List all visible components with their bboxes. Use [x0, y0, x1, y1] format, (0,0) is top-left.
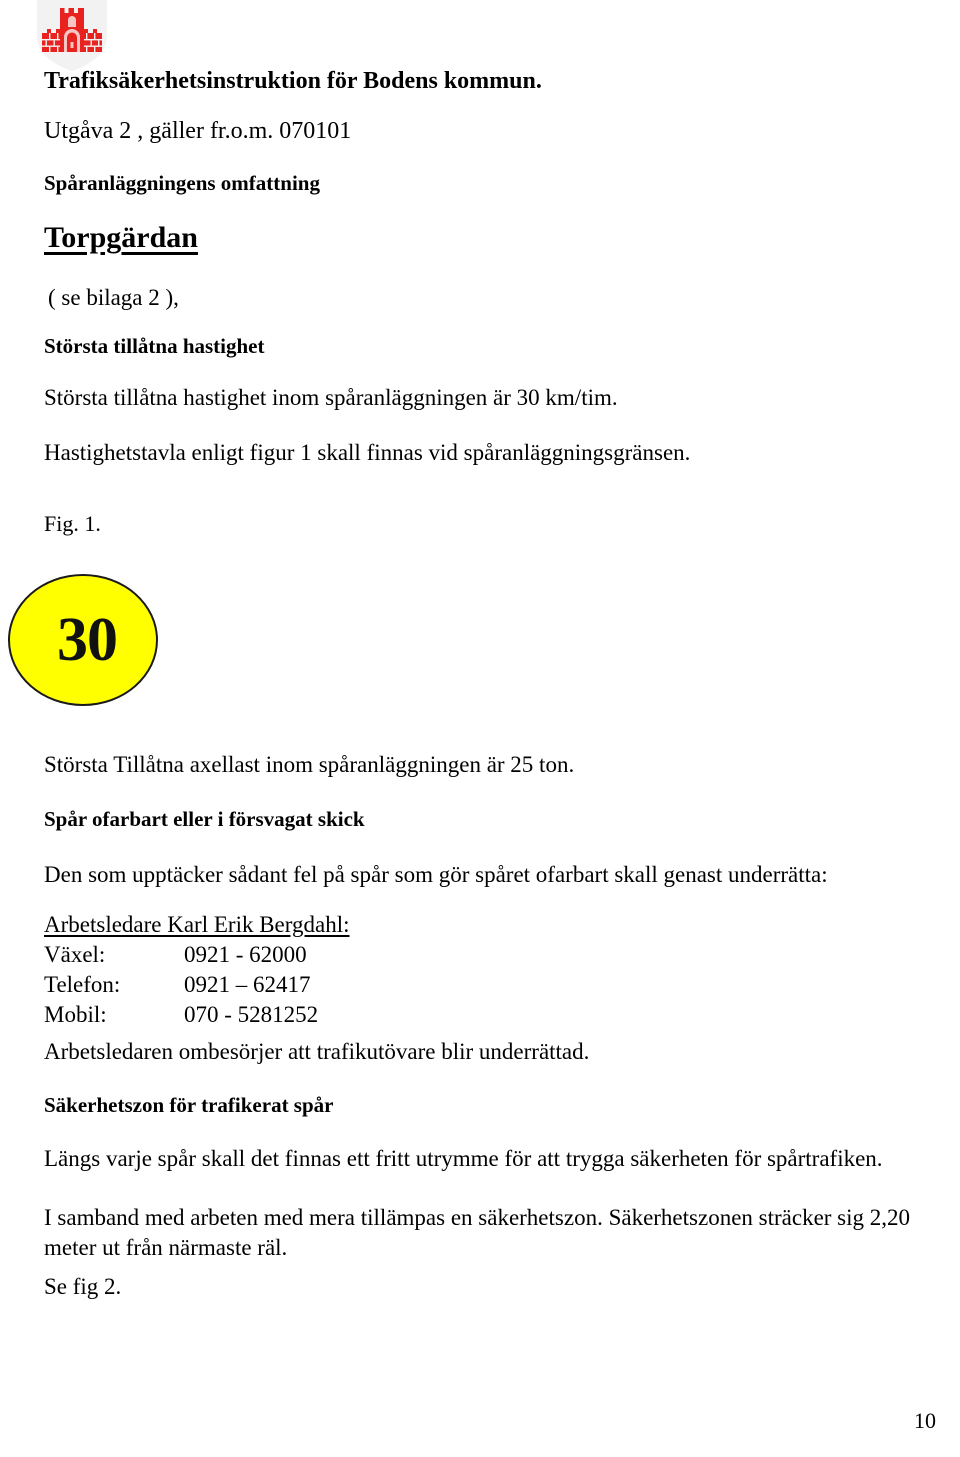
document-page: Trafiksäkerhetsinstruktion för Bodens ko… [0, 0, 960, 1457]
speed-limit-sign-figure: 30 [8, 574, 158, 706]
see-figure-2-text: Se fig 2. [44, 1274, 122, 1299]
document-edition-line: Utgåva 2 , gäller fr.o.m. 070101 [44, 118, 352, 144]
speed-sign-requirement-text: Hastighetstavla enligt figur 1 skall fin… [44, 440, 691, 465]
contact-row-vaxel: Växel: 0921 - 62000 [44, 940, 350, 970]
axle-load-text: Största Tillåtna axellast inom spåranläg… [44, 752, 575, 777]
contact-value-mobil: 070 - 5281252 [184, 1001, 319, 1027]
page-title: Trafiksäkerhetsinstruktion för Bodens ko… [44, 68, 542, 94]
contact-row-mobil: Mobil: 070 - 5281252 [44, 1000, 350, 1030]
contact-label-vaxel: Växel: [44, 941, 106, 967]
defect-report-text: Den som upptäcker sådant fel på spår som… [44, 862, 828, 887]
contact-value-telefon: 0921 – 62417 [184, 971, 311, 997]
speed-limit-sign-value: 30 [57, 605, 118, 674]
place-name-torpgardan: Torpgärdan [44, 221, 198, 254]
appendix-note: ( se bilaga 2 ), [48, 285, 179, 310]
contact-value-vaxel: 0921 - 62000 [184, 941, 307, 967]
heading-sakerhetszon: Säkerhetszon för trafikerat spår [44, 1093, 334, 1117]
contact-block: Arbetsledare Karl Erik Bergdahl: Växel: 0… [44, 910, 350, 1030]
safetyzone-text-1: Längs varje spår skall det finnas ett fr… [44, 1146, 883, 1171]
contact-label-telefon: Telefon: [44, 971, 121, 997]
contact-label-mobil: Mobil: [44, 1001, 107, 1027]
safetyzone-text-2: I samband med arbeten med mera tillämpas… [44, 1205, 911, 1261]
contact-name: Arbetsledare Karl Erik Bergdahl: [44, 912, 350, 937]
page-number: 10 [914, 1408, 936, 1433]
speed-limit-text: Största tillåtna hastighet inom spåranlä… [44, 385, 618, 410]
heading-spåranläggningens-omfattning: Spåranläggningens omfattning [44, 171, 320, 195]
figure-1-caption: Fig. 1. [44, 511, 101, 536]
foreman-notification-text: Arbetsledaren ombesörjer att trafikutöva… [44, 1039, 590, 1064]
contact-row-telefon: Telefon: 0921 – 62417 [44, 970, 350, 1000]
heading-storsta-tillatna-hastighet: Största tillåtna hastighet [44, 334, 265, 358]
heading-spar-ofarbart: Spår ofarbart eller i försvagat skick [44, 807, 365, 831]
bodens-kommun-coat-of-arms-icon [33, 0, 111, 71]
